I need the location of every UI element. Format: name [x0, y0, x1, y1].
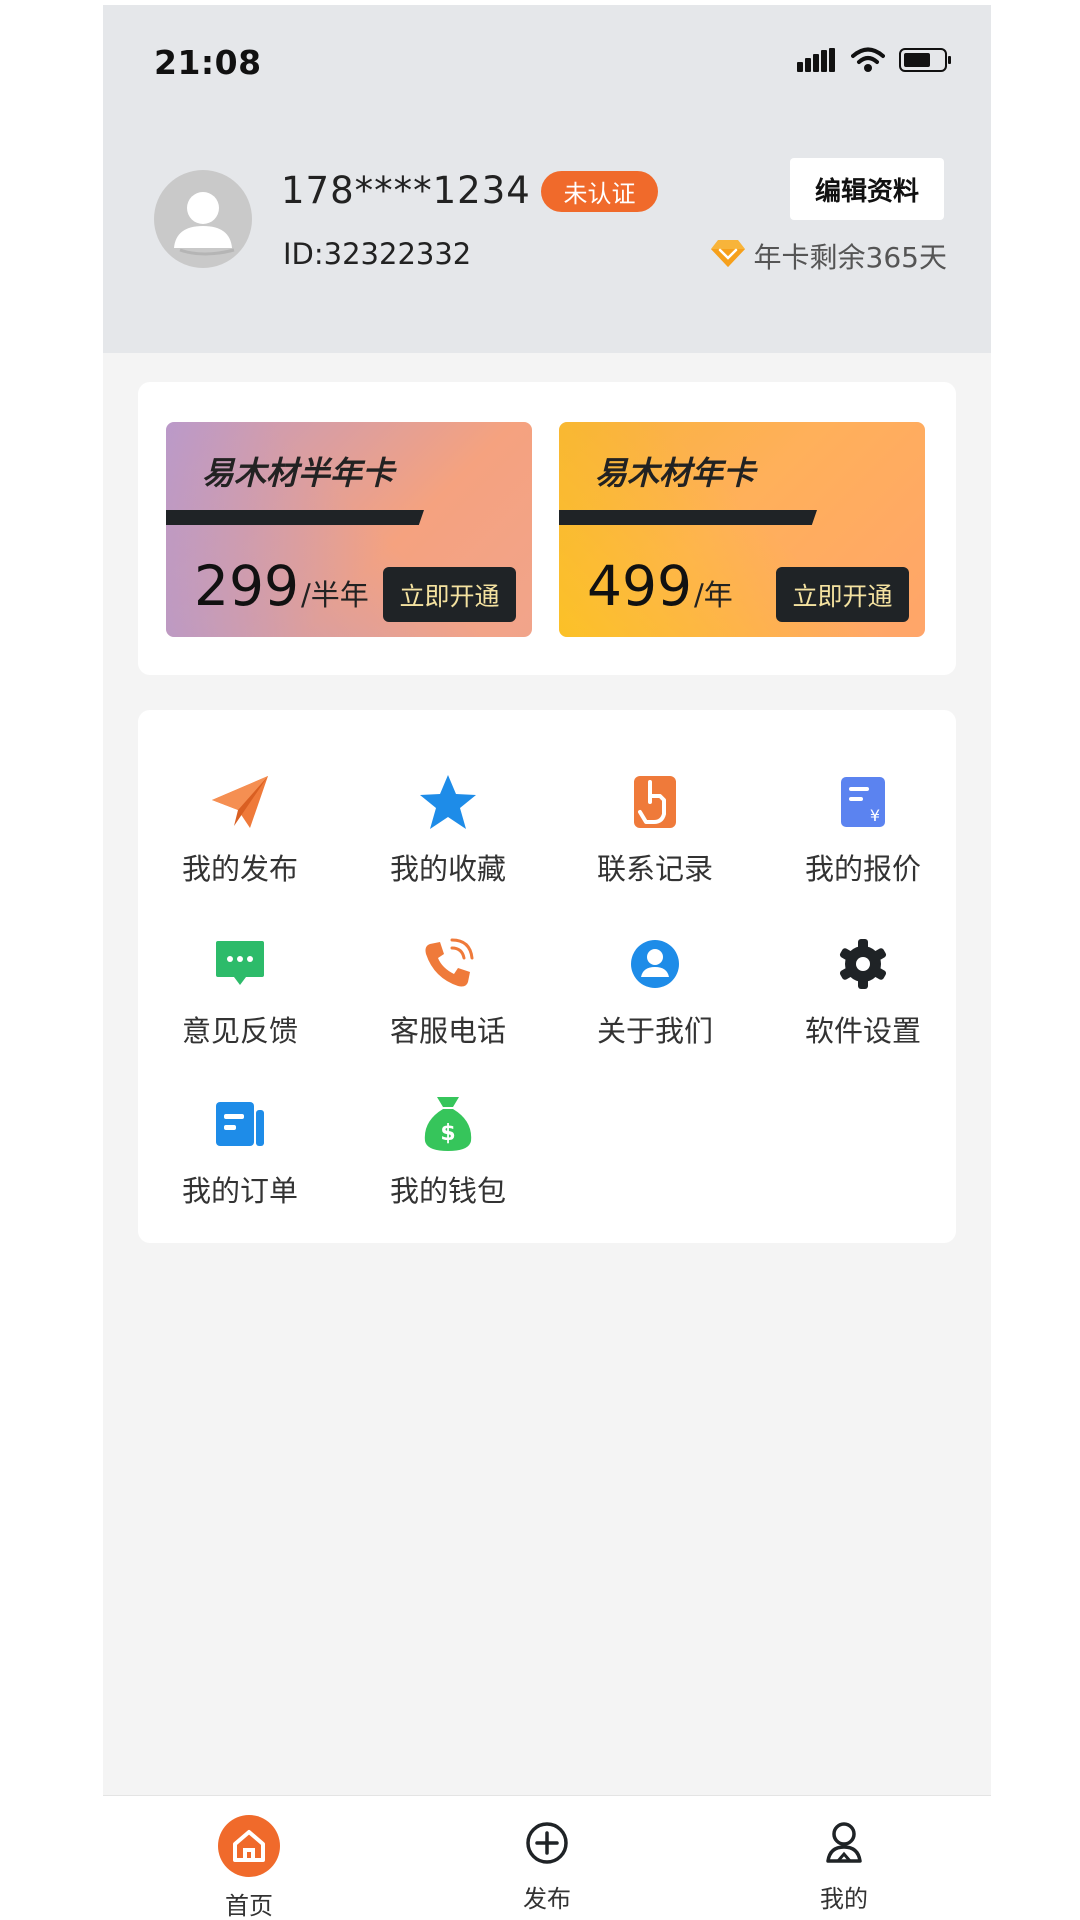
- chat-bubble-icon: [208, 932, 272, 996]
- user-circle-icon: [623, 932, 687, 996]
- menu-label: 关于我们: [596, 1014, 713, 1048]
- menu-about-us[interactable]: 关于我们: [575, 932, 735, 1052]
- menu-label: 我的发布: [181, 852, 298, 886]
- menu-label: 联系记录: [596, 852, 713, 886]
- tab-label: 首页: [225, 1892, 273, 1920]
- diamond-icon: [710, 238, 746, 275]
- wifi-icon: [851, 47, 885, 77]
- tab-home[interactable]: 首页: [189, 1814, 309, 1920]
- tab-publish[interactable]: 发布: [487, 1814, 607, 1914]
- svg-text:¥: ¥: [870, 806, 880, 825]
- status-icons: [797, 47, 953, 77]
- star-icon: [416, 770, 480, 834]
- card-price: 299 /半年: [194, 554, 369, 618]
- plus-circle-icon: [515, 1814, 579, 1871]
- card-title: 易木材年卡: [595, 454, 756, 492]
- status-time: 21:08: [154, 43, 262, 82]
- menu-my-quotes[interactable]: ¥ 我的报价: [783, 770, 943, 890]
- card-stripe: [559, 510, 817, 525]
- card-price: 499 /年: [587, 554, 733, 618]
- money-bag-icon: $: [416, 1092, 480, 1156]
- profile-header: 21:08 178****1234 未认证 ID:32322332 编辑资料 年…: [103, 5, 991, 353]
- price-value: 499: [587, 554, 692, 618]
- card-stripe: [166, 510, 424, 525]
- user-id: ID:32322332: [283, 237, 472, 271]
- price-unit: /半年: [300, 578, 369, 612]
- tab-mine[interactable]: 我的: [784, 1814, 904, 1914]
- card-title: 易木材半年卡: [202, 454, 395, 492]
- open-half-year-button[interactable]: 立即开通: [383, 567, 516, 622]
- user-phone: 178****1234: [281, 169, 531, 212]
- menu-label: 我的报价: [804, 852, 921, 886]
- menu-label: 意见反馈: [181, 1014, 298, 1048]
- price-unit: /年: [693, 578, 733, 612]
- menu-customer-service[interactable]: 客服电话: [368, 932, 528, 1052]
- vip-remaining: 年卡剩余365天: [710, 236, 947, 276]
- half-year-card[interactable]: 易木材半年卡 299 /半年 立即开通: [166, 422, 532, 637]
- menu-label: 我的订单: [181, 1174, 298, 1208]
- open-year-button[interactable]: 立即开通: [776, 567, 909, 622]
- gear-icon: [831, 932, 895, 996]
- menu-label: 客服电话: [389, 1014, 506, 1048]
- menu-my-orders[interactable]: 我的订单: [160, 1092, 320, 1212]
- bottom-tab-bar: 首页 发布 我的: [103, 1795, 991, 1920]
- svg-text:$: $: [440, 1121, 455, 1146]
- battery-icon: [899, 47, 953, 77]
- user-icon: [812, 1814, 876, 1871]
- paper-plane-icon: [208, 770, 272, 834]
- auth-status-badge[interactable]: 未认证: [541, 171, 658, 212]
- order-list-icon: [208, 1092, 272, 1156]
- app-screen: 21:08 178****1234 未认证 ID:32322332 编辑资料 年…: [103, 5, 991, 1920]
- signal-icon: [797, 48, 837, 76]
- home-icon: [217, 1814, 281, 1878]
- year-card[interactable]: 易木材年卡 499 /年 立即开通: [559, 422, 925, 637]
- menu-feedback[interactable]: 意见反馈: [160, 932, 320, 1052]
- touch-hand-icon: [623, 770, 687, 834]
- membership-cards: 易木材半年卡 299 /半年 立即开通 易木材年卡 499 /年 立即开通: [138, 382, 956, 675]
- menu-my-posts[interactable]: 我的发布: [160, 770, 320, 890]
- phone-call-icon: [416, 932, 480, 996]
- tab-label: 发布: [523, 1885, 571, 1913]
- menu-wallet[interactable]: $ 我的钱包: [368, 1092, 528, 1212]
- menu-contact-records[interactable]: 联系记录: [575, 770, 735, 890]
- menu-favorites[interactable]: 我的收藏: [368, 770, 528, 890]
- price-value: 299: [194, 554, 299, 618]
- avatar[interactable]: [154, 170, 252, 268]
- edit-profile-button[interactable]: 编辑资料: [790, 158, 944, 220]
- tab-label: 我的: [820, 1885, 868, 1913]
- menu-label: 软件设置: [804, 1014, 921, 1048]
- menu-label: 我的钱包: [389, 1174, 506, 1208]
- quote-document-icon: ¥: [831, 770, 895, 834]
- menu-settings[interactable]: 软件设置: [783, 932, 943, 1052]
- menu-label: 我的收藏: [389, 852, 506, 886]
- vip-remaining-text: 年卡剩余365天: [753, 241, 947, 274]
- menu-grid: 我的发布 我的收藏 联系记录 ¥ 我的报价 意见反馈 客服电话 关于我们 软件设…: [138, 710, 956, 1243]
